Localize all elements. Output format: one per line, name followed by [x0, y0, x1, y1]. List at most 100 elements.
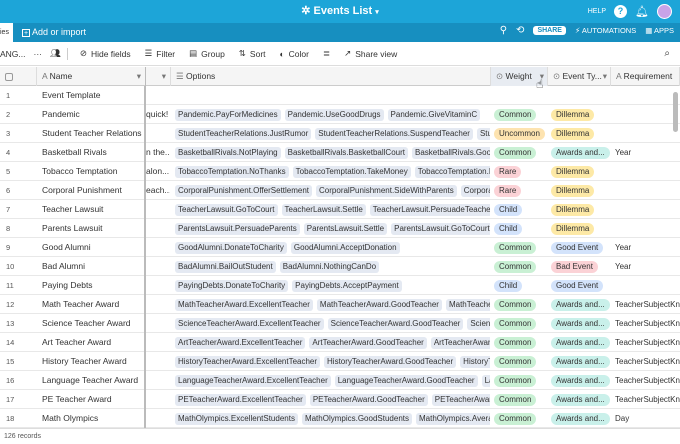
description-cell[interactable] [146, 314, 170, 333]
view-switcher[interactable]: ANG... [0, 49, 26, 59]
description-cell[interactable]: each... [146, 181, 170, 200]
table-row[interactable]: 1 Event Template [0, 86, 680, 105]
options-cell[interactable]: MathOlympics.ExcellentStudents MathOlympi… [171, 409, 490, 428]
options-cell[interactable]: PayingDebts.DonateToCharity PayingDebts.A… [171, 276, 490, 295]
name-cell[interactable]: Parents Lawsuit [37, 219, 145, 238]
table-row[interactable]: 11 Paying Debts PayingDebts.DonateToCharit… [0, 276, 680, 295]
description-cell[interactable] [146, 257, 170, 276]
weight-cell[interactable]: Common [491, 390, 547, 409]
requirement-cell[interactable]: TeacherSubjectKn... [611, 295, 680, 314]
weight-cell[interactable]: Rare [491, 162, 547, 181]
table-row[interactable]: 10 Bad Alumni BadAlumni.BailOutStudent BadA… [0, 257, 680, 276]
description-cell[interactable]: n the... [146, 143, 170, 162]
name-cell[interactable]: Student Teacher Relations [37, 124, 145, 143]
description-cell[interactable] [146, 371, 170, 390]
description-cell[interactable] [146, 333, 170, 352]
table-row[interactable]: 9 Good Alumni GoodAlumni.DonateToCharity Go… [0, 238, 680, 257]
options-cell[interactable]: TobaccoTemptation.NoThanks TobaccoTemptat… [171, 162, 490, 181]
hide-fields-button[interactable]: ⊘ Hide fields [80, 48, 131, 59]
chevron-down-icon[interactable]: ▾ [137, 67, 141, 86]
requirement-cell[interactable] [611, 219, 680, 238]
requirement-cell[interactable]: TeacherSubjectKn... [611, 314, 680, 333]
table-row[interactable]: 13 Science Teacher Award ScienceTeacherAwa… [0, 314, 680, 333]
column-header-name[interactable]: A Name ▾ [37, 67, 146, 86]
options-cell[interactable]: PETeacherAward.ExcellentTeacher PETeacher… [171, 390, 490, 409]
options-cell[interactable]: HistoryTeacherAward.ExcellentTeacher Hist… [171, 352, 490, 371]
name-cell[interactable]: Pandemic [37, 105, 145, 124]
requirement-cell[interactable] [611, 276, 680, 295]
options-cell[interactable]: BadAlumni.BailOutStudent BadAlumni.Nothin… [171, 257, 490, 276]
requirement-cell[interactable]: TeacherSubjectKn... [611, 352, 680, 371]
event-type-cell[interactable]: Bad Event [548, 257, 610, 276]
description-cell[interactable] [146, 238, 170, 257]
table-row[interactable]: 12 Math Teacher Award MathTeacherAward.Exc… [0, 295, 680, 314]
options-cell[interactable]: ScienceTeacherAward.ExcellentTeacher Scie… [171, 314, 490, 333]
avatar[interactable] [657, 4, 672, 19]
requirement-cell[interactable] [611, 181, 680, 200]
description-cell[interactable] [146, 200, 170, 219]
color-button[interactable]: ◐ Color [280, 49, 309, 59]
weight-cell[interactable]: Common [491, 143, 547, 162]
event-type-cell[interactable]: Dillemma [548, 200, 610, 219]
name-cell[interactable]: Tobacco Temptation [37, 162, 145, 181]
event-type-cell[interactable]: Dillemma [548, 105, 610, 124]
share-view-button[interactable]: ↗ Share view [344, 48, 397, 59]
name-cell[interactable]: Corporal Punishment [37, 181, 145, 200]
options-cell[interactable]: LanguageTeacherAward.ExcellentTeacher Lan… [171, 371, 490, 390]
share-button[interactable]: SHARE [533, 26, 566, 35]
name-cell[interactable]: Bad Alumni [37, 257, 145, 276]
name-cell[interactable]: Art Teacher Award [37, 333, 145, 352]
table-row[interactable]: 14 Art Teacher Award ArtTeacherAward.Excel… [0, 333, 680, 352]
name-cell[interactable]: Math Teacher Award [37, 295, 145, 314]
history-icon[interactable]: ⟲ [516, 25, 524, 36]
requirement-cell[interactable]: TeacherSubjectKn... [611, 333, 680, 352]
requirement-cell[interactable]: Year [611, 238, 680, 257]
weight-cell[interactable]: Common [491, 371, 547, 390]
description-cell[interactable] [146, 295, 170, 314]
description-cell[interactable]: quick! [146, 105, 170, 124]
options-cell[interactable]: GoodAlumni.DonateToCharity GoodAlumni.Acc… [171, 238, 490, 257]
chevron-down-icon[interactable]: ▾ [162, 67, 166, 86]
table-row[interactable]: 2 Pandemic quick! Pandemic.PayForMedicines P… [0, 105, 680, 124]
weight-cell[interactable]: Child [491, 219, 547, 238]
weight-cell[interactable]: Common [491, 314, 547, 333]
description-cell[interactable] [146, 219, 170, 238]
weight-cell[interactable]: Common [491, 295, 547, 314]
requirement-cell[interactable] [611, 86, 680, 105]
description-cell[interactable]: alon... [146, 162, 170, 181]
table-row[interactable]: 18 Math Olympics MathOlympics.ExcellentStu… [0, 409, 680, 428]
options-cell[interactable]: ParentsLawsuit.PersuadeParents ParentsLaw… [171, 219, 490, 238]
column-header-description[interactable]: ▾ [146, 67, 171, 86]
add-or-import-button[interactable]: + Add or import [22, 27, 86, 37]
event-type-cell[interactable]: Dillemma [548, 181, 610, 200]
table-row[interactable]: 17 PE Teacher Award PETeacherAward.Excelle… [0, 390, 680, 409]
description-cell[interactable] [146, 409, 170, 428]
apps-button[interactable]: ▦ APPS [645, 26, 674, 35]
name-cell[interactable]: Science Teacher Award [37, 314, 145, 333]
requirement-cell[interactable]: Day [611, 409, 680, 428]
event-type-cell[interactable]: Awards and... [548, 390, 610, 409]
name-cell[interactable]: History Teacher Award [37, 352, 145, 371]
table-row[interactable]: 8 Parents Lawsuit ParentsLawsuit.PersuadeP… [0, 219, 680, 238]
event-type-cell[interactable]: Good Event [548, 238, 610, 257]
weight-cell[interactable]: Uncommon [491, 124, 547, 143]
column-header-requirement[interactable]: A Requirement [611, 67, 680, 86]
tab-active-table[interactable]: ies [0, 23, 13, 42]
event-type-cell[interactable]: Awards and... [548, 352, 610, 371]
weight-cell[interactable]: Common [491, 257, 547, 276]
options-cell[interactable]: StudentTeacherRelations.JustRumor Student… [171, 124, 490, 143]
options-cell[interactable]: Pandemic.PayForMedicines Pandemic.UseGood… [171, 105, 490, 124]
requirement-cell[interactable]: Year [611, 143, 680, 162]
options-cell[interactable] [171, 86, 490, 105]
name-cell[interactable]: Teacher Lawsuit [37, 200, 145, 219]
table-row[interactable]: 5 Tobacco Temptation alon... TobaccoTemptat… [0, 162, 680, 181]
weight-cell[interactable]: Common [491, 352, 547, 371]
event-type-cell[interactable]: Dillemma [548, 162, 610, 181]
select-all-checkbox[interactable] [0, 67, 37, 86]
group-button[interactable]: ▤ Group [189, 48, 225, 59]
weight-cell[interactable]: Child [491, 200, 547, 219]
requirement-cell[interactable]: TeacherSubjectKn... [611, 371, 680, 390]
requirement-cell[interactable]: TeacherSubjectKn... [611, 390, 680, 409]
table-row[interactable]: 6 Corporal Punishment each... CorporalPunis… [0, 181, 680, 200]
options-cell[interactable]: ArtTeacherAward.ExcellentTeacher ArtTeach… [171, 333, 490, 352]
